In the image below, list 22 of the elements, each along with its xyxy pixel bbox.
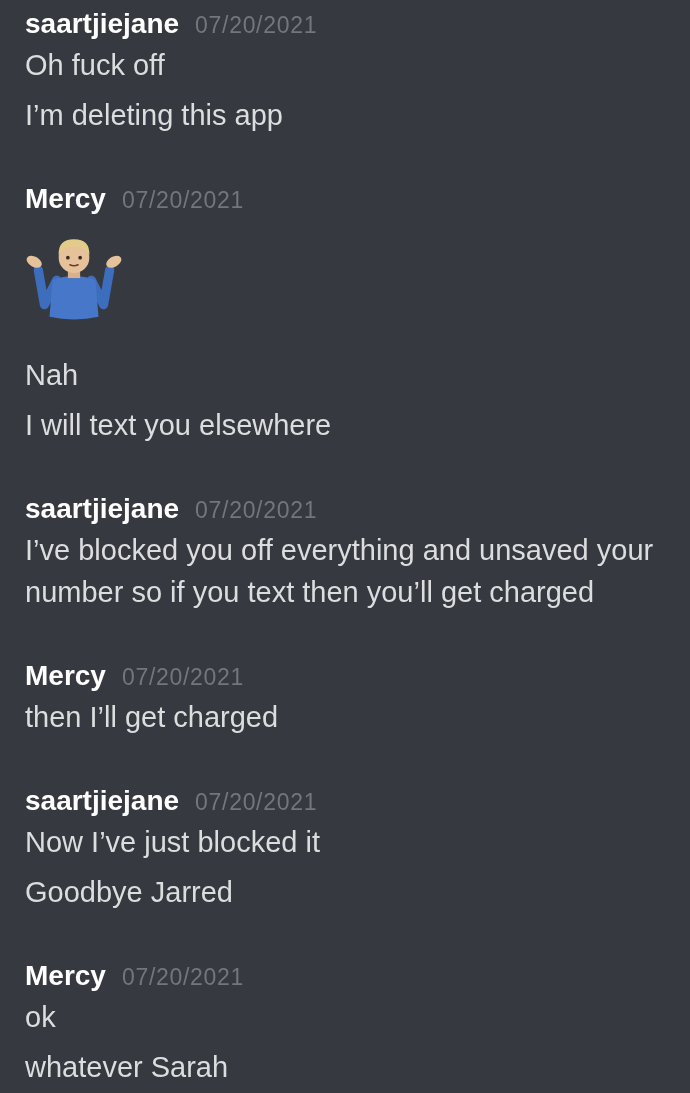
timestamp: 07/20/2021 xyxy=(195,788,318,817)
username[interactable]: Mercy xyxy=(25,179,106,219)
message-text: then I’ll get charged xyxy=(25,700,279,735)
message-text: Goodbye Jarred xyxy=(25,875,233,910)
message-text: I’ve blocked you off everything and unsaved your number so if you text then you’ll get charged xyxy=(25,533,655,610)
username[interactable]: saartjiejane xyxy=(25,781,180,821)
message-text: Nah xyxy=(25,358,79,393)
message-text: I’m deleting this app xyxy=(25,98,283,133)
message-text: Now I’ve just blocked it xyxy=(25,825,320,860)
timestamp: 07/20/2021 xyxy=(121,663,244,692)
username[interactable]: Mercy xyxy=(25,956,106,996)
message-text: Oh fuck off xyxy=(25,48,165,83)
message-text: ok xyxy=(25,1000,56,1035)
username[interactable]: saartjiejane xyxy=(25,4,180,44)
message-text: whatever Sarah xyxy=(25,1050,229,1085)
timestamp: 07/20/2021 xyxy=(121,186,244,215)
username[interactable]: Mercy xyxy=(25,656,106,696)
timestamp: 07/20/2021 xyxy=(121,963,244,992)
message-text: I will text you elsewhere xyxy=(25,408,332,443)
username[interactable]: saartjiejane xyxy=(25,489,180,529)
timestamp: 07/20/2021 xyxy=(195,496,318,525)
timestamp: 07/20/2021 xyxy=(195,11,318,40)
